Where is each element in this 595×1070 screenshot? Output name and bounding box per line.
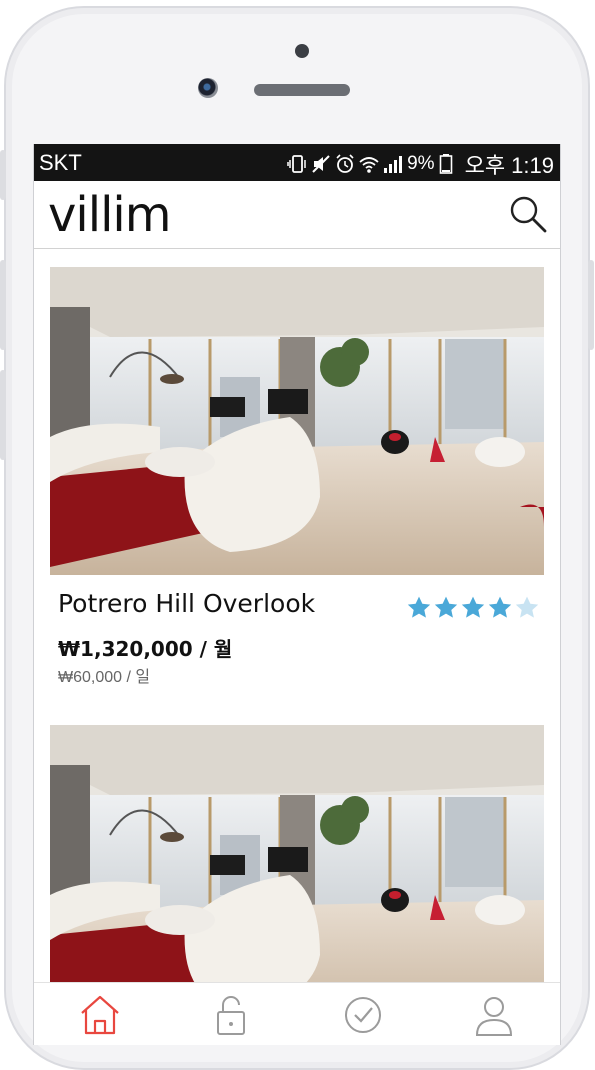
status-bar: SKT 9% 오후 1:19: [34, 144, 560, 181]
front-camera: [198, 78, 218, 98]
user-icon[interactable]: [472, 993, 516, 1037]
volume-down-button: [0, 370, 6, 460]
alarm-icon: [336, 154, 354, 173]
home-icon[interactable]: [78, 993, 122, 1037]
listing-photo[interactable]: [50, 267, 544, 575]
star-filled-icon: [488, 596, 512, 618]
check-circle-icon[interactable]: [341, 993, 385, 1037]
lock-icon[interactable]: [209, 993, 253, 1037]
battery-percent: 9%: [407, 153, 435, 174]
wifi-icon: [359, 157, 379, 173]
carrier-label: SKT: [39, 150, 82, 175]
mute-icon: [312, 155, 330, 173]
price-per-month: ₩1,320,000 / 월: [58, 637, 233, 661]
battery-icon: [439, 154, 452, 174]
vibrate-icon: [287, 155, 306, 173]
search-icon[interactable]: [508, 194, 548, 234]
earpiece-speaker: [254, 84, 350, 96]
status-icons: 9% 오후 1:19: [287, 148, 554, 180]
bottom-tab-bar: [34, 982, 560, 1045]
rating-stars: [406, 595, 540, 621]
star-filled-icon: [434, 596, 458, 618]
star-filled-icon: [407, 596, 431, 618]
mute-switch: [0, 150, 6, 200]
listing-card[interactable]: [50, 725, 544, 1033]
star-empty-icon: [515, 596, 539, 618]
signal-icon: [384, 156, 403, 173]
status-clock: 오후 1:19: [464, 153, 554, 178]
app-logo: villim: [48, 187, 172, 243]
living-room-photo: [50, 267, 544, 575]
app-header: villim: [34, 181, 560, 249]
front-sensor: [295, 44, 309, 58]
volume-up-button: [0, 260, 6, 350]
star-filled-icon: [461, 596, 485, 618]
listing-card[interactable]: Potrero Hill Overlook ₩1,320,000 / 월 ₩60…: [50, 267, 544, 687]
screen: SKT 9% 오후 1:19 villim Potrero Hill Overl…: [33, 144, 561, 1045]
power-button: [588, 260, 594, 350]
listing-title[interactable]: Potrero Hill Overlook: [58, 589, 315, 618]
price-per-day: ₩60,000 / 일: [58, 669, 151, 686]
